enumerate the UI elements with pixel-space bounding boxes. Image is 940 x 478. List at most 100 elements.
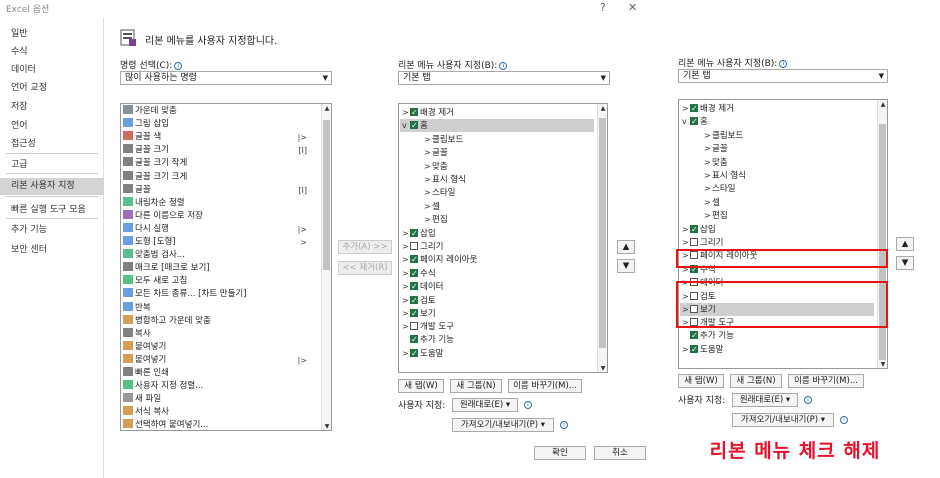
chevron-right-icon[interactable]: >: [402, 280, 410, 293]
tree-item[interactable]: >클립보드: [400, 133, 594, 146]
chevron-right-icon[interactable]: >: [424, 146, 432, 159]
tree-item[interactable]: > 보기: [400, 307, 594, 320]
chevron-right-icon[interactable]: >: [682, 223, 690, 236]
tree-item[interactable]: >표시 형식: [400, 173, 594, 186]
scroll-down-icon[interactable]: ▼: [322, 422, 331, 430]
tree-item[interactable]: > 도움말: [680, 343, 874, 356]
list-item[interactable]: 내림차순 정렬: [123, 196, 319, 210]
tree-item[interactable]: v홈: [400, 119, 594, 133]
sidebar-item[interactable]: 보안 센터: [0, 242, 104, 259]
move-down-button-right[interactable]: ▼: [896, 256, 914, 270]
tree-item[interactable]: >편집: [400, 213, 594, 226]
import-export-button-right[interactable]: 가져오기/내보내기(P) ▾: [732, 413, 834, 427]
sidebar-item[interactable]: 언어 교정: [0, 80, 104, 97]
tree-item[interactable]: > 페이지 레이아웃: [400, 253, 594, 266]
checkbox[interactable]: [690, 115, 698, 128]
list-item[interactable]: 글꼴 색 |>: [123, 131, 319, 144]
new-tab-button-right[interactable]: 새 탭(W): [678, 374, 724, 388]
ribbon-combo[interactable]: 기본 탭 ▼: [398, 71, 610, 85]
chevron-down-icon[interactable]: v: [402, 119, 410, 132]
sidebar-item[interactable]: 저장: [0, 99, 104, 116]
list-item[interactable]: 빠른 인쇄: [123, 367, 319, 380]
list-item[interactable]: 새 파일: [123, 393, 319, 406]
scroll-up-icon[interactable]: ▲: [598, 104, 607, 114]
scrollbar[interactable]: ▲ ▼: [321, 104, 331, 430]
chevron-right-icon[interactable]: >: [402, 253, 410, 266]
scroll-thumb[interactable]: [323, 120, 330, 270]
list-item[interactable]: 가운데 맞춤: [123, 105, 319, 118]
chevron-right-icon[interactable]: >: [402, 227, 410, 240]
scroll-down-icon[interactable]: ▼: [878, 360, 887, 368]
checkbox[interactable]: [690, 343, 698, 356]
sidebar-item[interactable]: 수식: [0, 44, 104, 61]
chevron-right-icon[interactable]: >: [402, 294, 410, 307]
list-item[interactable]: 글꼴 크기 크게: [123, 170, 319, 184]
tree-item[interactable]: > 삽입: [400, 227, 594, 240]
checkbox[interactable]: [410, 119, 418, 132]
tree-item[interactable]: >맞춤: [400, 160, 594, 173]
checkbox[interactable]: [410, 347, 418, 360]
list-item[interactable]: 글꼴 [I]: [123, 183, 319, 197]
scrollbar[interactable]: ▲ ▼: [877, 100, 887, 368]
scroll-down-icon[interactable]: ▼: [598, 364, 607, 372]
chevron-right-icon[interactable]: >: [424, 133, 432, 146]
checkbox[interactable]: [410, 333, 418, 346]
checkbox[interactable]: [410, 267, 418, 280]
checkbox[interactable]: [410, 227, 418, 240]
chevron-right-icon[interactable]: >: [402, 267, 410, 280]
checkbox[interactable]: [410, 280, 418, 293]
checkbox[interactable]: [690, 223, 698, 236]
chevron-right-icon[interactable]: >: [682, 236, 690, 249]
tree-item[interactable]: > 검토: [400, 294, 594, 307]
checkbox[interactable]: [690, 329, 698, 342]
scroll-up-icon[interactable]: ▲: [322, 104, 331, 114]
chevron-right-icon[interactable]: >: [424, 173, 432, 186]
tree-item[interactable]: >글꼴: [680, 142, 874, 155]
tree-item[interactable]: 추가 기능: [680, 329, 874, 343]
remove-button[interactable]: << 제거(R): [338, 261, 392, 275]
move-up-button[interactable]: ▲: [617, 240, 635, 254]
chevron-right-icon[interactable]: >: [704, 129, 712, 142]
help-button[interactable]: ?: [600, 1, 606, 14]
tree-item[interactable]: >셀: [400, 200, 594, 213]
tree-item[interactable]: > 배경 제거: [400, 106, 594, 119]
chevron-down-icon[interactable]: v: [682, 115, 690, 128]
sidebar-item[interactable]: 고급: [0, 157, 104, 174]
tree-item[interactable]: > 수식: [400, 267, 594, 280]
chevron-right-icon[interactable]: >: [704, 209, 712, 222]
list-item[interactable]: 모두 새로 고침: [123, 275, 319, 288]
list-item[interactable]: 모든 차트 종류... [차트 만들기]: [123, 288, 319, 301]
list-item[interactable]: 복사: [123, 327, 319, 341]
chevron-right-icon[interactable]: >: [704, 156, 712, 169]
list-item[interactable]: 그림 삽입: [123, 118, 319, 131]
tree-item[interactable]: >스타일: [680, 182, 874, 195]
list-item[interactable]: 매크로 [매크로 보기]: [123, 262, 319, 275]
scroll-thumb[interactable]: [599, 118, 606, 348]
checkbox[interactable]: [410, 253, 418, 266]
checkbox[interactable]: [410, 322, 418, 331]
sidebar-item[interactable]: 일반: [0, 26, 104, 43]
tree-item[interactable]: 추가 기능: [400, 333, 594, 347]
ribbon-combo-right[interactable]: 기본 탭 ▼: [678, 69, 888, 83]
checkbox[interactable]: [410, 106, 418, 119]
list-item[interactable]: 다른 이름으로 저장: [123, 209, 319, 223]
chevron-right-icon[interactable]: >: [682, 102, 690, 115]
tree-item[interactable]: > 삽입: [680, 223, 874, 236]
close-button[interactable]: ✕: [628, 1, 637, 14]
tree-item[interactable]: >스타일: [400, 186, 594, 199]
sidebar-item[interactable]: 빠른 실행 도구 모음: [0, 202, 104, 219]
rename-button-right[interactable]: 이름 바꾸기(M)...: [788, 374, 864, 388]
chevron-right-icon[interactable]: >: [704, 169, 712, 182]
tree-item[interactable]: > 개발 도구: [400, 320, 594, 333]
tree-item[interactable]: > 그리기: [680, 236, 874, 249]
chevron-right-icon[interactable]: >: [424, 213, 432, 226]
tree-item[interactable]: > 데이터: [400, 280, 594, 293]
sidebar-item[interactable]: 리본 사용자 지정: [0, 178, 104, 195]
scroll-up-icon[interactable]: ▲: [878, 100, 887, 110]
tree-item[interactable]: >글꼴: [400, 146, 594, 159]
sidebar-item[interactable]: 추가 기능: [0, 222, 104, 239]
chevron-right-icon[interactable]: >: [704, 182, 712, 195]
checkbox[interactable]: [410, 242, 418, 250]
list-item[interactable]: 붙여넣기: [123, 340, 319, 354]
chevron-right-icon[interactable]: >: [402, 106, 410, 119]
